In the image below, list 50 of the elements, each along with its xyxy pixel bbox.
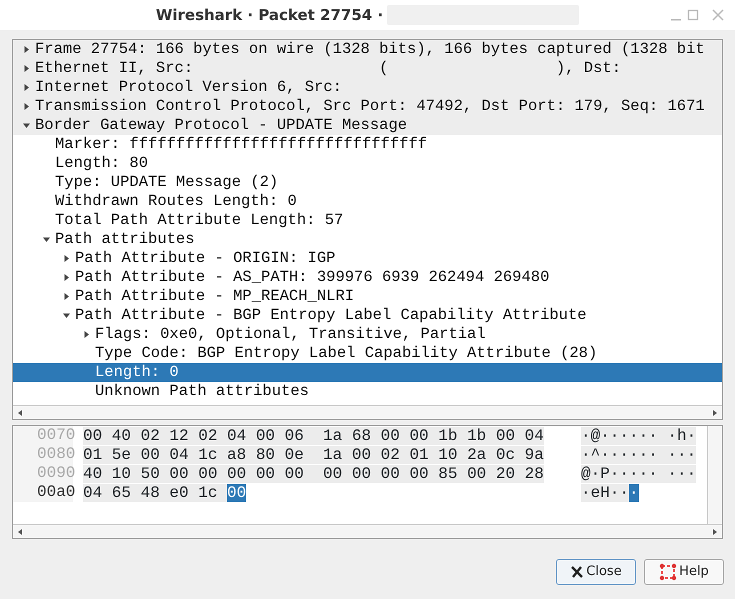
hex-bytes[interactable]: 00 40 02 12 02 04 00 06 1a 68 00 00 1b 1b 00 04 [83, 426, 544, 444]
tree-row[interactable]: Border Gateway Protocol - UPDATE Message [13, 116, 722, 135]
offset-label: 00a0 [13, 483, 73, 502]
help-icon [659, 562, 678, 581]
tree-row[interactable]: Path Attribute - MP_REACH_NLRI [13, 287, 722, 306]
collapse-arrow-icon[interactable] [42, 235, 50, 244]
expand-arrow-icon[interactable] [62, 292, 70, 301]
tree-row[interactable]: Ethernet II, Src: ( ), Dst: [13, 59, 722, 78]
tree-row[interactable]: Path Attribute - ORIGIN: IGP [13, 249, 722, 268]
help-button[interactable]: Help [644, 559, 724, 584]
tree-row[interactable]: Length: 80 [13, 154, 722, 173]
selected-byte[interactable]: 00 [227, 484, 246, 502]
expand-arrow-icon[interactable] [62, 273, 70, 282]
ascii-text[interactable]: ·@······ ·h· [581, 426, 696, 444]
tree-row[interactable]: Frame 27754: 166 bytes on wire (1328 bits), 166 bytes captured (1328 bit [13, 40, 722, 59]
hex-bytes[interactable]: 40 10 50 00 00 00 00 00 00 00 00 00 85 00 20 28 [83, 464, 544, 482]
tree-row[interactable]: Path Attribute - BGP Entropy Label Capability Attribute [13, 306, 722, 325]
close-button[interactable]: Close [556, 559, 636, 584]
hex-bytes[interactable]: 04 65 48 e0 1c [83, 484, 228, 502]
tree-row[interactable]: Marker: ffffffffffffffffffffffffffffffff [13, 135, 722, 154]
tree-row[interactable]: Flags: 0xe0, Optional, Transitive, Partial [13, 325, 722, 344]
tree-row[interactable]: Internet Protocol Version 6, Src: [13, 78, 722, 97]
tree-row[interactable]: Path Attribute - AS_PATH: 399976 6939 262494 269480 [13, 268, 722, 287]
tree-row[interactable]: Withdrawn Routes Length: 0 [13, 192, 722, 211]
offset-label: 0090 [13, 464, 73, 483]
tree-row[interactable]: Type: UPDATE Message (2) [13, 173, 722, 192]
close-icon [570, 564, 584, 579]
tree-row[interactable]: Total Path Attribute Length: 57 [13, 211, 722, 230]
tree-row[interactable]: Unknown Path attributes [13, 382, 722, 401]
collapse-arrow-icon[interactable] [22, 121, 30, 130]
offset-label: 0080 [13, 445, 73, 464]
expand-arrow-icon[interactable] [22, 64, 30, 73]
tree-row[interactable]: Length: 0 [13, 363, 722, 382]
window-title: Wireshark · Packet 27754 · [156, 4, 384, 26]
ascii-text[interactable]: ·^······ ··· [581, 446, 696, 464]
offset-label: 0070 [13, 426, 73, 445]
hex-bytes[interactable]: 01 5e 00 04 1c a8 80 0e 1a 00 02 01 10 2a 0c 9a [83, 446, 544, 464]
selected-char[interactable]: · [629, 484, 639, 502]
expand-arrow-icon[interactable] [22, 83, 30, 92]
ascii-text[interactable]: ·eH·· [581, 484, 630, 502]
expand-arrow-icon[interactable] [22, 102, 30, 111]
tree-row[interactable]: Type Code: BGP Entropy Label Capability Attribute (28) [13, 344, 722, 363]
ascii-text[interactable]: @·P····· ··· [581, 464, 696, 482]
expand-arrow-icon[interactable] [82, 330, 90, 339]
vertical-scrollbar[interactable] [707, 426, 722, 524]
collapse-arrow-icon[interactable] [62, 311, 70, 320]
tree-row[interactable]: Path attributes [13, 230, 722, 249]
tree-row[interactable]: Transmission Control Protocol, Src Port: 47492, Dst Port: 179, Seq: 1671 [13, 97, 722, 116]
expand-arrow-icon[interactable] [62, 254, 70, 263]
expand-arrow-icon[interactable] [22, 45, 30, 54]
